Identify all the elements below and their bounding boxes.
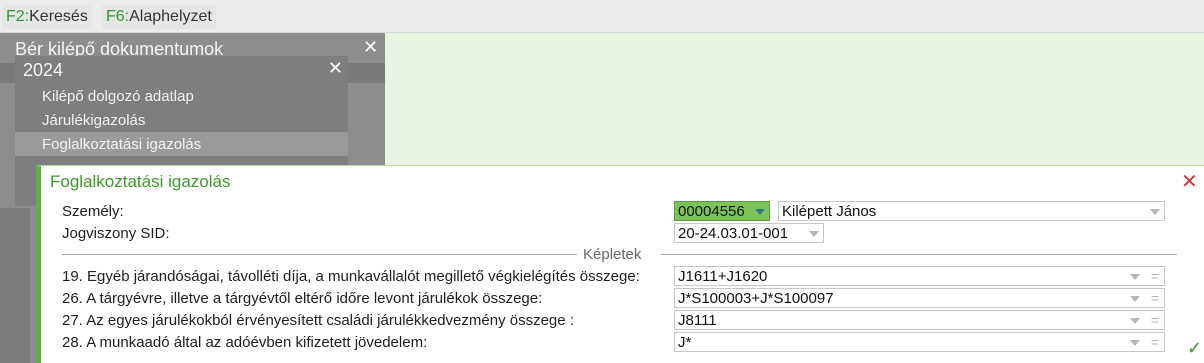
formula-input-27[interactable]: J8111 =: [674, 310, 1165, 330]
f2-key-hint: F2:: [6, 8, 30, 25]
formula-value-27: J8111: [678, 312, 717, 329]
function-key-bar: F2:Keresés F6:Alaphelyzet: [0, 0, 1204, 33]
chevron-down-icon: [809, 231, 819, 237]
employment-certificate-dialog: Foglalkoztatási igazolás ✕ Személy: 0000…: [36, 165, 1204, 363]
reset-label: Alaphelyzet: [129, 8, 212, 25]
formulas-section-label: Képletek: [577, 246, 648, 263]
formula-label-19: 19. Egyéb járandóságai, távolléti díja, …: [62, 268, 640, 285]
chevron-down-icon[interactable]: [1130, 274, 1140, 280]
section-divider-right: [661, 254, 1177, 255]
legal-relation-value: 20-24.03.01-001: [678, 225, 789, 242]
person-name-value: Kilépett János: [782, 203, 877, 220]
formula-input-19[interactable]: J1611+J1620 =: [674, 266, 1165, 286]
search-label: Keresés: [29, 8, 88, 25]
formula-input-28[interactable]: J* =: [674, 332, 1165, 352]
equals-icon[interactable]: =: [1151, 291, 1159, 305]
person-code-select[interactable]: 00004556: [674, 201, 770, 221]
formula-label-26: 26. A tárgyévre, illetve a tárgyévtől el…: [62, 290, 543, 307]
chevron-down-icon: [1150, 209, 1160, 215]
chevron-down-icon: [755, 209, 765, 215]
reset-shortcut-button[interactable]: F6:Alaphelyzet: [102, 5, 216, 29]
equals-icon[interactable]: =: [1151, 269, 1159, 283]
year-header: 2024 ✕: [15, 56, 348, 84]
equals-icon[interactable]: =: [1151, 313, 1159, 327]
chevron-down-icon[interactable]: [1130, 340, 1140, 346]
year-close-icon[interactable]: ✕: [328, 58, 343, 79]
f6-key-hint: F6:: [106, 8, 130, 25]
formula-label-27: 27. Az egyes járulékokból érvényesített …: [62, 312, 574, 329]
confirm-check-icon[interactable]: ✓: [1187, 338, 1202, 359]
person-label: Személy:: [62, 203, 124, 220]
person-name-select[interactable]: Kilépett János: [778, 201, 1165, 221]
menu-item-exit-employee-sheet[interactable]: Kilépő dolgozó adatlap: [15, 84, 348, 108]
person-code-value: 00004556: [678, 203, 745, 220]
year-label: 2024: [23, 60, 64, 80]
formula-value-19: J1611+J1620: [678, 268, 768, 285]
legal-relation-label: Jogviszony SID:: [62, 225, 170, 242]
chevron-down-icon[interactable]: [1130, 296, 1140, 302]
dialog-close-icon[interactable]: ✕: [1181, 169, 1198, 194]
formula-value-28: J*: [678, 334, 692, 351]
formula-label-28: 28. A munkaadó által az adóévben kifizet…: [62, 334, 428, 351]
chevron-down-icon[interactable]: [1130, 318, 1140, 324]
section-divider-left: [62, 254, 577, 255]
menu-item-contribution-certificate[interactable]: Járulékigazolás: [15, 108, 348, 132]
equals-icon[interactable]: =: [1151, 335, 1159, 349]
legal-relation-select[interactable]: 20-24.03.01-001: [674, 223, 824, 243]
dialog-title: Foglalkoztatási igazolás: [50, 172, 231, 191]
panel-sidebar-strip: [0, 208, 30, 363]
formula-value-26: J*S100003+J*S100097: [678, 290, 834, 307]
menu-item-employment-certificate[interactable]: Foglalkoztatási igazolás: [15, 132, 348, 156]
search-shortcut-button[interactable]: F2:Keresés: [2, 5, 92, 29]
panel-close-icon[interactable]: ✕: [363, 37, 378, 58]
formula-input-26[interactable]: J*S100003+J*S100097 =: [674, 288, 1165, 308]
